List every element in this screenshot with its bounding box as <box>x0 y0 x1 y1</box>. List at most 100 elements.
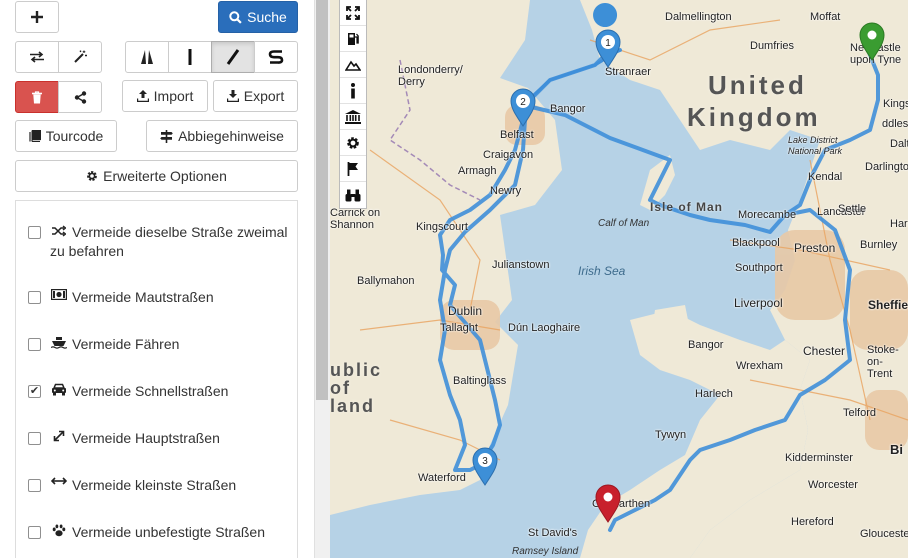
city-label: Dublin <box>448 304 483 318</box>
city-label: Kidderminster <box>785 452 853 464</box>
option-checkbox-checked[interactable]: ✔ <box>28 385 41 398</box>
city-label: Sheffiel <box>868 298 908 312</box>
directions-button[interactable]: Abbiegehinweise <box>146 120 298 152</box>
city-label: Lake District National Park <box>788 135 843 156</box>
option-checkbox[interactable] <box>28 526 41 539</box>
city-label: Harlech <box>695 388 733 400</box>
horizontal-arrows-icon <box>50 477 68 485</box>
directions-button-label: Abbiegehinweise <box>178 128 284 144</box>
city-label: Newry <box>490 185 522 197</box>
city-label: Blackpool <box>732 237 780 249</box>
option-checkbox[interactable] <box>28 291 41 304</box>
download-icon <box>226 90 239 102</box>
trash-icon <box>31 90 43 104</box>
map-toolbar <box>339 0 367 209</box>
sea-label: Calf of Man <box>598 218 650 229</box>
city-label: Dumfries <box>750 40 795 52</box>
export-button[interactable]: Export <box>213 80 298 112</box>
avoid-option[interactable]: Vermeide Hauptstraßen <box>28 429 293 448</box>
city-label: Kendal <box>808 171 843 183</box>
option-text: Vermeide dieselbe Straße zweimal zu befa… <box>50 223 293 261</box>
gear-icon <box>86 170 98 182</box>
info-button[interactable] <box>340 78 366 104</box>
city-label: Craigavon <box>483 149 534 161</box>
option-label: Vermeide kleinste Straßen <box>72 477 237 493</box>
city-label: Bangor <box>550 103 586 115</box>
route-type-straight-button[interactable] <box>168 41 212 73</box>
upload-icon <box>136 90 149 102</box>
money-icon <box>50 289 68 300</box>
city-label: Stranraer <box>605 66 651 78</box>
delete-route-button[interactable] <box>15 81 59 113</box>
straight-line-icon <box>187 49 193 65</box>
route-type-fast-button[interactable] <box>125 41 169 73</box>
advanced-options-label: Erweiterte Optionen <box>103 168 227 184</box>
option-label: Vermeide Schnellstraßen <box>72 383 229 399</box>
route-type-curvy-button[interactable] <box>254 41 298 73</box>
map-settings-button[interactable] <box>340 130 366 156</box>
city-label: Tallaght <box>440 322 478 334</box>
avoid-option[interactable]: Vermeide dieselbe Straße zweimal zu befa… <box>28 223 293 261</box>
city-label: Dalt <box>890 138 908 150</box>
ship-icon <box>50 336 68 349</box>
city-label: Worcester <box>808 479 858 491</box>
avoid-option[interactable]: ✔ Vermeide Schnellstraßen <box>28 382 293 401</box>
binoculars-button[interactable] <box>340 182 366 208</box>
share-route-button[interactable] <box>58 81 102 113</box>
city-label: Bi <box>890 442 903 457</box>
city-label: Newcastle upon Tyne <box>850 42 902 66</box>
shuffle-icon <box>50 225 68 237</box>
swap-arrows-icon <box>29 51 45 63</box>
tourcode-button[interactable]: Tourcode <box>15 120 117 152</box>
search-icon <box>229 10 242 24</box>
tourcode-button-label: Tourcode <box>45 128 104 144</box>
search-button[interactable]: Suche <box>218 1 298 33</box>
option-label: Vermeide unbefestigte Straßen <box>72 524 266 540</box>
city-label: Burnley <box>860 239 898 251</box>
city-label: ddles <box>882 118 908 130</box>
optimize-route-button[interactable] <box>58 41 102 73</box>
route-type-diagonal-button[interactable] <box>211 41 255 73</box>
avoid-option[interactable]: Vermeide Mautstraßen <box>28 288 293 307</box>
fullscreen-button[interactable] <box>340 0 366 26</box>
city-label: Telford <box>843 407 877 419</box>
city-label: Hereford <box>791 516 834 528</box>
import-button[interactable]: Import <box>122 80 208 112</box>
option-checkbox[interactable] <box>28 479 41 492</box>
share-icon <box>74 90 87 104</box>
city-label: Dalmellington <box>665 11 732 23</box>
poi-button[interactable] <box>340 104 366 130</box>
option-label: Vermeide dieselbe Straße zweimal zu befa… <box>50 224 288 259</box>
city-label: Bangor <box>688 339 724 351</box>
option-label: Vermeide Fähren <box>72 336 180 352</box>
paw-icon <box>50 524 68 537</box>
avoid-option[interactable]: Vermeide unbefestigte Straßen <box>28 523 293 542</box>
avoid-option[interactable]: Vermeide Fähren <box>28 335 293 354</box>
option-label: Vermeide Hauptstraßen <box>72 430 220 446</box>
reverse-route-button[interactable] <box>15 41 59 73</box>
country-label: United <box>708 70 807 100</box>
city-label: Baltinglass <box>453 375 507 387</box>
expand-arrows-icon <box>50 430 68 442</box>
flag-icon <box>347 161 359 176</box>
add-waypoint-button[interactable] <box>15 1 59 33</box>
country-label: land <box>330 396 376 416</box>
city-label: Southport <box>735 262 783 274</box>
fuel-station-button[interactable] <box>340 26 366 52</box>
island-label: Isle of Man <box>650 200 724 214</box>
option-checkbox[interactable] <box>28 338 41 351</box>
option-checkbox[interactable] <box>28 432 41 445</box>
city-label: St David's <box>528 527 578 539</box>
elevation-button[interactable] <box>340 52 366 78</box>
option-checkbox[interactable] <box>28 226 41 239</box>
city-label: Julianstown <box>492 259 550 271</box>
diagonal-line-icon <box>226 49 240 65</box>
city-label: Carmarthen <box>592 498 651 510</box>
advanced-options-button[interactable]: Erweiterte Optionen <box>15 160 298 192</box>
map-view[interactable]: United Kingdom ublic of land Isle of Man… <box>330 0 908 558</box>
country-label: Kingdom <box>687 102 821 132</box>
fuel-pump-icon <box>347 32 359 46</box>
panel-scrollbar-thumb[interactable] <box>316 0 328 400</box>
flag-button[interactable] <box>340 156 366 182</box>
avoid-option[interactable]: Vermeide kleinste Straßen <box>28 476 293 495</box>
